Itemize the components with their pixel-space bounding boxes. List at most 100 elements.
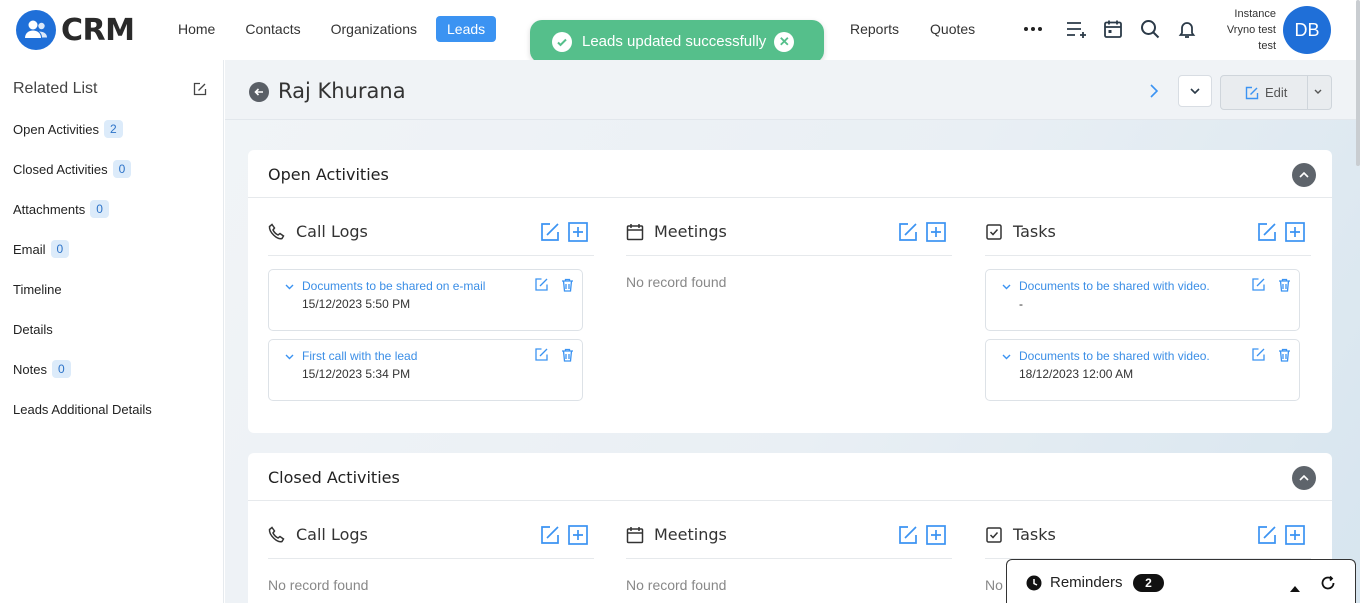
- caret-up-icon[interactable]: [1290, 579, 1300, 597]
- nav-home[interactable]: Home: [167, 16, 226, 42]
- sidebar-item-label: Open Activities: [13, 121, 99, 137]
- call-logs-section: Call Logs: [268, 210, 594, 256]
- chevron-down-icon[interactable]: [1002, 284, 1011, 290]
- record-name-link[interactable]: Documents to be shared with video.: [1019, 349, 1210, 363]
- call-log-record[interactable]: First call with the lead 15/12/2023 5:34…: [268, 339, 583, 401]
- record-title: Raj Khurana: [278, 79, 406, 103]
- sidebar-item-label: Notes: [13, 361, 47, 377]
- empty-message: No: [985, 577, 1003, 593]
- sidebar-item-closed-activities[interactable]: Closed Activities 0: [13, 160, 132, 178]
- scrollbar[interactable]: [1356, 0, 1360, 166]
- sidebar-title: Related List: [13, 80, 98, 97]
- record-date: 18/12/2023 12:00 AM: [1019, 367, 1134, 381]
- record-header: Raj Khurana Edit: [225, 60, 1360, 120]
- toast-close-icon[interactable]: ✕: [774, 31, 795, 52]
- section-actions: [540, 525, 588, 545]
- instance-label[interactable]: Instance Vryno test test: [1212, 6, 1276, 54]
- app-logo[interactable]: CRM: [16, 10, 135, 50]
- section-actions: [898, 525, 946, 545]
- task-record[interactable]: Documents to be shared with video. 18/12…: [985, 339, 1300, 401]
- edit-icon[interactable]: [540, 525, 560, 545]
- edit-icon[interactable]: [1252, 348, 1265, 361]
- sidebar-item-label: Attachments: [13, 201, 86, 217]
- calendar-icon[interactable]: [1102, 18, 1124, 40]
- section-actions: [898, 222, 946, 242]
- section-title: Meetings: [654, 525, 727, 544]
- record-name-link[interactable]: Documents to be shared on e-mail: [302, 279, 485, 293]
- nav-organizations[interactable]: Organizations: [320, 16, 428, 42]
- record-name-link[interactable]: Documents to be shared with video.: [1019, 279, 1210, 293]
- add-icon[interactable]: [1285, 222, 1305, 242]
- trash-icon[interactable]: [1278, 348, 1291, 362]
- record-date: 15/12/2023 5:34 PM: [302, 367, 411, 381]
- phone-icon: [268, 223, 286, 246]
- top-icons: [1022, 18, 1198, 40]
- add-icon[interactable]: [568, 525, 588, 545]
- add-icon[interactable]: [568, 222, 588, 242]
- edit-icon[interactable]: [193, 82, 207, 101]
- edit-icon[interactable]: [898, 525, 918, 545]
- calendar-icon: [626, 223, 644, 246]
- meetings-section: Meetings: [626, 210, 952, 256]
- sidebar-item-leads-additional-details[interactable]: Leads Additional Details: [13, 402, 152, 417]
- task-record[interactable]: Documents to be shared with video. -: [985, 269, 1300, 331]
- edit-icon[interactable]: [535, 278, 548, 291]
- record-dropdown-button[interactable]: [1178, 75, 1212, 107]
- reminders-label: Reminders: [1050, 574, 1123, 591]
- success-toast: Leads updated successfully ✕: [530, 20, 824, 63]
- count-badge: 0: [112, 160, 132, 178]
- nav-reports[interactable]: Reports: [839, 16, 910, 42]
- sidebar-item-label: Details: [13, 322, 53, 337]
- trash-icon[interactable]: [1278, 278, 1291, 292]
- reminders-panel[interactable]: Reminders 2: [1006, 559, 1356, 603]
- nav-leads[interactable]: Leads: [436, 16, 497, 42]
- sidebar-item-label: Closed Activities: [13, 161, 108, 177]
- checkbox-icon: [985, 526, 1003, 549]
- sidebar-item-open-activities[interactable]: Open Activities 2: [13, 120, 123, 138]
- add-icon[interactable]: [926, 222, 946, 242]
- reminders-count-badge: 2: [1133, 574, 1164, 592]
- chevron-down-icon: [1190, 88, 1200, 94]
- trash-icon[interactable]: [561, 278, 574, 292]
- edit-icon[interactable]: [1252, 278, 1265, 291]
- sidebar-item-email[interactable]: Email 0: [13, 240, 70, 258]
- record-date: -: [1019, 297, 1023, 311]
- tasks-section: Tasks: [985, 210, 1311, 256]
- sidebar-item-notes[interactable]: Notes 0: [13, 360, 71, 378]
- bell-icon[interactable]: [1176, 18, 1198, 40]
- back-arrow-icon[interactable]: [249, 82, 269, 102]
- nav-contacts[interactable]: Contacts: [234, 16, 311, 42]
- chevron-down-icon[interactable]: [285, 284, 294, 290]
- chevron-right-icon[interactable]: [1149, 83, 1159, 104]
- section-title: Tasks: [1013, 525, 1056, 544]
- edit-icon[interactable]: [540, 222, 560, 242]
- chevron-down-icon[interactable]: [285, 354, 294, 360]
- edit-icon[interactable]: [1257, 525, 1277, 545]
- trash-icon[interactable]: [561, 348, 574, 362]
- add-list-icon[interactable]: [1065, 18, 1087, 40]
- collapse-chevron-up-icon[interactable]: [1292, 163, 1316, 187]
- count-badge: 2: [104, 120, 123, 138]
- chevron-down-icon[interactable]: [1002, 354, 1011, 360]
- add-icon[interactable]: [1285, 525, 1305, 545]
- empty-message: No record found: [626, 577, 727, 593]
- refresh-icon[interactable]: [1320, 575, 1336, 596]
- edit-icon[interactable]: [535, 348, 548, 361]
- call-log-record[interactable]: Documents to be shared on e-mail 15/12/2…: [268, 269, 583, 331]
- nav-quotes[interactable]: Quotes: [919, 16, 986, 42]
- add-icon[interactable]: [926, 525, 946, 545]
- edit-icon[interactable]: [898, 222, 918, 242]
- sidebar-item-attachments[interactable]: Attachments 0: [13, 200, 109, 218]
- edit-button[interactable]: Edit: [1220, 75, 1332, 110]
- collapse-chevron-up-icon[interactable]: [1292, 466, 1316, 490]
- open-activities-card: Open Activities Call Logs Documents to b…: [248, 150, 1332, 433]
- chevron-down-icon[interactable]: [1313, 86, 1323, 98]
- edit-icon[interactable]: [1257, 222, 1277, 242]
- search-icon[interactable]: [1139, 18, 1161, 40]
- sidebar-item-timeline[interactable]: Timeline: [13, 282, 62, 297]
- record-name-link[interactable]: First call with the lead: [302, 349, 417, 363]
- user-avatar[interactable]: DB: [1283, 6, 1331, 54]
- sidebar-item-details[interactable]: Details: [13, 322, 53, 337]
- more-icon[interactable]: [1022, 18, 1044, 40]
- section-header: Call Logs: [268, 210, 594, 256]
